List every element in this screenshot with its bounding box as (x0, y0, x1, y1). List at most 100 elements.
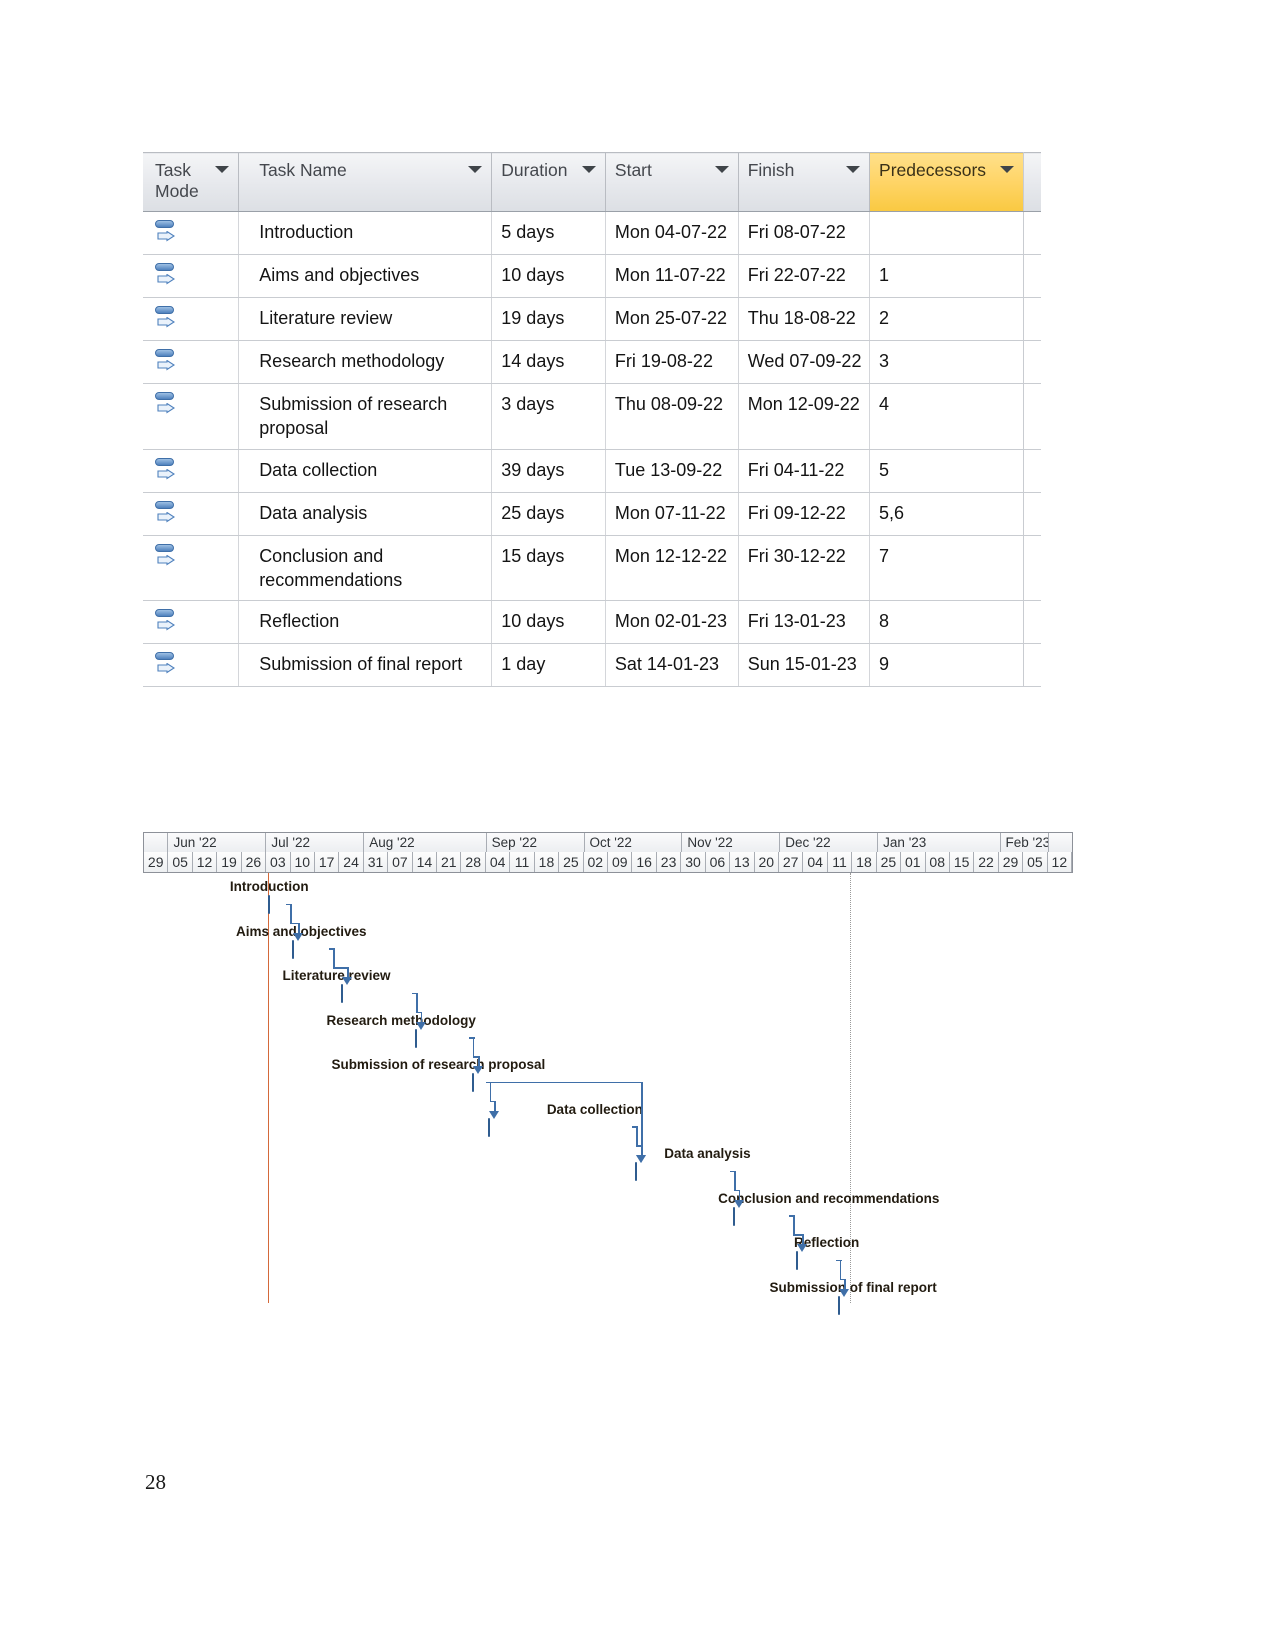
column-header-finish[interactable]: Finish (738, 152, 871, 212)
chevron-down-icon[interactable] (468, 166, 483, 173)
cell-task-mode[interactable] (143, 340, 240, 384)
column-header-start[interactable]: Start (605, 152, 739, 212)
cell-start[interactable]: Mon 07-11-22 (605, 492, 739, 536)
cell-predecessors[interactable]: 3 (869, 340, 1024, 384)
cell-finish[interactable]: Thu 18-08-22 (738, 297, 871, 341)
timeline-month-cell: Sep '22 (487, 833, 585, 852)
cell-predecessors[interactable]: 9 (869, 643, 1024, 688)
cell-finish[interactable]: Fri 04-11-22 (738, 449, 871, 493)
cell-start[interactable]: Mon 11-07-22 (605, 254, 739, 298)
cell-overflow (1023, 383, 1041, 450)
cell-start[interactable]: Mon 02-01-23 (605, 600, 739, 645)
chevron-down-icon[interactable] (215, 166, 230, 173)
cell-task-mode[interactable] (143, 383, 240, 450)
cell-duration[interactable]: 14 days (491, 340, 606, 384)
table-row[interactable]: Conclusion and recommendations 15 days Mon… (143, 535, 1041, 602)
cell-duration[interactable]: 10 days (491, 254, 606, 298)
cell-task-mode[interactable] (143, 254, 240, 298)
column-header-predecessors[interactable]: Predecessors (869, 152, 1024, 212)
cell-finish[interactable]: Fri 09-12-22 (738, 492, 871, 536)
cell-finish[interactable]: Wed 07-09-22 (738, 340, 871, 384)
cell-start[interactable]: Thu 08-09-22 (605, 383, 739, 450)
cell-task-name[interactable]: Submission of final report (238, 643, 493, 688)
cell-start[interactable]: Fri 19-08-22 (605, 340, 739, 384)
cell-task-name[interactable]: Introduction (238, 211, 493, 255)
table-row[interactable]: Introduction 5 days Mon 04-07-22 Fri 08-07-… (143, 211, 1041, 255)
chevron-down-icon[interactable] (581, 166, 596, 173)
cell-predecessors[interactable]: 7 (869, 535, 1024, 602)
cell-duration[interactable]: 1 day (491, 643, 606, 688)
cell-predecessors[interactable]: 2 (869, 297, 1024, 341)
gantt-bar[interactable] (488, 1117, 632, 1137)
cell-finish[interactable]: Fri 22-07-22 (738, 254, 871, 298)
cell-duration[interactable]: 39 days (491, 449, 606, 493)
gantt-bar[interactable] (634, 1162, 730, 1181)
table-row[interactable]: Reflection 10 days Mon 02-01-23 Fri 13-01-2… (143, 600, 1041, 645)
cell-finish[interactable]: Mon 12-09-22 (738, 383, 871, 450)
cell-task-mode[interactable] (143, 643, 240, 688)
cell-task-name[interactable]: Literature review (238, 297, 493, 341)
cell-task-name[interactable]: Aims and objectives (238, 254, 493, 298)
timeline-week-cell: 04 (803, 852, 828, 872)
gantt-bar[interactable] (472, 1073, 485, 1092)
chevron-down-icon[interactable] (846, 166, 861, 173)
table-row[interactable]: Research methodology 14 days Fri 19-08-22 W… (143, 340, 1041, 384)
cell-task-mode[interactable] (143, 449, 240, 493)
cell-duration[interactable]: 15 days (491, 535, 606, 602)
cell-task-mode[interactable] (143, 535, 240, 602)
cell-duration[interactable]: 25 days (491, 492, 606, 536)
gantt-bar[interactable] (267, 895, 286, 914)
cell-task-mode[interactable] (143, 211, 240, 255)
timeline-month-cell: Dec '22 (780, 833, 879, 852)
table-row[interactable]: Data analysis 25 days Mon 07-11-22 Fri 09-1… (143, 492, 1041, 536)
timeline-week-cell: 05 (168, 852, 193, 872)
table-row[interactable]: Data collection 39 days Tue 13-09-22 Fri 04… (143, 449, 1041, 493)
column-header-duration[interactable]: Duration (491, 152, 606, 212)
gantt-bar[interactable] (796, 1251, 835, 1270)
column-header-task-mode[interactable]: Task Mode (143, 152, 240, 212)
cell-finish[interactable]: Fri 13-01-23 (738, 600, 871, 645)
cell-task-name[interactable]: Data analysis (238, 492, 493, 536)
cell-duration[interactable]: 19 days (491, 297, 606, 341)
dependency-arrowhead (489, 1110, 500, 1119)
cell-task-name[interactable]: Reflection (238, 600, 493, 645)
cell-task-mode[interactable] (143, 492, 240, 536)
chevron-down-icon[interactable] (999, 166, 1014, 173)
cell-task-name[interactable]: Research methodology (238, 340, 493, 384)
cell-duration[interactable]: 5 days (491, 211, 606, 255)
cell-task-mode[interactable] (143, 297, 240, 341)
cell-task-name[interactable]: Submission of research proposal (238, 383, 493, 450)
cell-start[interactable]: Mon 25-07-22 (605, 297, 739, 341)
timeline-week-cell: 29 (144, 852, 169, 872)
gantt-bar[interactable] (292, 939, 329, 959)
gantt-bar[interactable] (341, 984, 412, 1003)
table-row[interactable]: Submission of research proposal 3 days Thu… (143, 383, 1041, 450)
cell-task-mode[interactable] (143, 600, 240, 645)
cell-finish[interactable]: Sun 15-01-23 (738, 643, 871, 688)
cell-predecessors[interactable]: 5,6 (869, 492, 1024, 536)
gantt-bar[interactable] (838, 1295, 851, 1315)
column-header-task-name[interactable]: Task Name (238, 152, 493, 212)
chevron-down-icon[interactable] (714, 166, 729, 173)
cell-predecessors[interactable]: 5 (869, 449, 1024, 493)
cell-start[interactable]: Mon 04-07-22 (605, 211, 739, 255)
cell-start[interactable]: Tue 13-09-22 (605, 449, 739, 493)
cell-predecessors[interactable]: 4 (869, 383, 1024, 450)
table-row[interactable]: Aims and objectives 10 days Mon 11-07-22 Fr… (143, 254, 1041, 298)
cell-task-name[interactable]: Data collection (238, 449, 493, 493)
gantt-bar[interactable] (414, 1028, 469, 1048)
cell-start[interactable]: Sat 14-01-23 (605, 643, 739, 688)
cell-finish[interactable]: Fri 30-12-22 (738, 535, 871, 602)
auto-schedule-icon (155, 220, 179, 246)
cell-predecessors[interactable]: 8 (869, 600, 1024, 645)
cell-start[interactable]: Mon 12-12-22 (605, 535, 739, 602)
cell-finish[interactable]: Fri 08-07-22 (738, 211, 871, 255)
cell-predecessors[interactable] (869, 211, 1024, 255)
cell-predecessors[interactable]: 1 (869, 254, 1024, 298)
cell-duration[interactable]: 10 days (491, 600, 606, 645)
gantt-bar[interactable] (732, 1206, 789, 1226)
cell-duration[interactable]: 3 days (491, 383, 606, 450)
table-row[interactable]: Submission of final report 1 day Sat 14-01… (143, 643, 1041, 688)
cell-task-name[interactable]: Conclusion and recommendations (238, 535, 493, 602)
table-row[interactable]: Literature review 19 days Mon 25-07-22 Thu … (143, 297, 1041, 341)
